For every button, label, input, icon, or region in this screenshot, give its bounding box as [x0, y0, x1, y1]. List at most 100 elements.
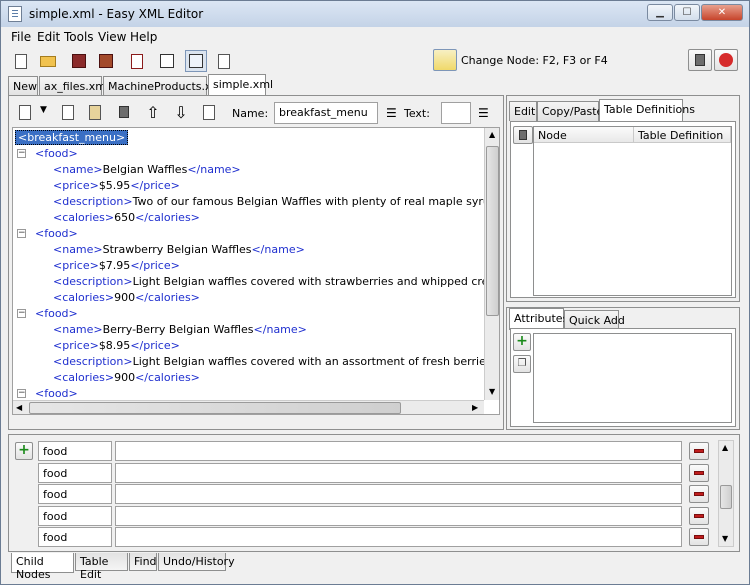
- collapse-icon[interactable]: −: [17, 229, 26, 238]
- xml-node-line[interactable]: <breakfast_menu>: [15, 130, 129, 146]
- text-view-icon[interactable]: [185, 50, 207, 72]
- remove-child-icon[interactable]: [689, 506, 709, 525]
- remove-child-icon[interactable]: [689, 485, 709, 503]
- tab-ax-files[interactable]: ax_files.xml: [39, 76, 109, 96]
- remove-child-icon[interactable]: [689, 528, 709, 546]
- insert-child-icon[interactable]: [198, 101, 220, 123]
- xml-node-line[interactable]: <description>Light Belgian waffles cover…: [53, 274, 499, 290]
- child-node-value[interactable]: [115, 441, 682, 461]
- chevron-down-icon[interactable]: ▼: [40, 105, 47, 115]
- xml-node-line[interactable]: <description>Two of our famous Belgian W…: [53, 194, 499, 210]
- tab-find[interactable]: Find: [129, 553, 157, 571]
- menu-help[interactable]: Help: [130, 30, 157, 44]
- tab-machine-products[interactable]: MachineProducts.xml: [103, 76, 225, 96]
- tab-simple[interactable]: simple.xml: [208, 74, 273, 96]
- export-icon[interactable]: [126, 50, 148, 72]
- xml-tree-view[interactable]: <breakfast_menu> − <food> <name>Belgian Waf…: [12, 127, 500, 415]
- scroll-left-icon[interactable]: ◀: [16, 403, 22, 412]
- xml-node-line[interactable]: <description>Light Belgian waffles cover…: [53, 354, 499, 370]
- xml-node-line[interactable]: − <food>: [17, 146, 78, 162]
- xml-node-line[interactable]: − <food>: [17, 306, 78, 322]
- collapse-icon[interactable]: −: [17, 389, 26, 398]
- tab-table-definitions[interactable]: Table Definitions: [599, 99, 695, 121]
- delete-definition-icon[interactable]: [513, 126, 533, 144]
- tab-edit[interactable]: Edit: [509, 101, 537, 121]
- list-view-icon[interactable]: [213, 50, 235, 72]
- child-node-name[interactable]: food: [38, 462, 112, 483]
- scroll-right-icon[interactable]: ▶: [472, 403, 478, 412]
- child-node-name[interactable]: food: [38, 527, 112, 547]
- add-attribute-icon[interactable]: +: [513, 333, 531, 351]
- align-icon[interactable]: ☰: [478, 106, 489, 120]
- menu-file[interactable]: File: [11, 30, 31, 44]
- tab-new[interactable]: New: [8, 76, 38, 96]
- scroll-down-icon[interactable]: ▼: [489, 387, 495, 396]
- tab-attributes[interactable]: Attributes: [509, 308, 568, 330]
- xml-node-line[interactable]: <price>$8.95</price>: [53, 338, 180, 354]
- scroll-thumb[interactable]: [486, 146, 499, 316]
- child-scroll-up-icon[interactable]: ▲: [722, 443, 728, 452]
- menu-tools[interactable]: Tools: [64, 30, 94, 44]
- xml-text: Belgian Waffles: [102, 163, 188, 176]
- xml-node-line[interactable]: <name>Strawberry Belgian Waffles</name>: [53, 242, 305, 258]
- header-table-definition[interactable]: Table Definition: [634, 127, 731, 143]
- maximize-button[interactable]: ☐: [674, 4, 700, 21]
- delete-node-icon[interactable]: [113, 101, 135, 123]
- tab-copy-paste[interactable]: Copy/Paste: [537, 101, 603, 121]
- collapse-icon[interactable]: −: [17, 309, 26, 318]
- xml-node-line[interactable]: <price>$7.95</price>: [53, 258, 180, 274]
- vertical-scrollbar[interactable]: ▲ ▼: [484, 128, 499, 400]
- open-folder-icon[interactable]: [37, 50, 59, 72]
- child-node-name[interactable]: food: [38, 505, 112, 526]
- trash-icon[interactable]: [688, 49, 712, 71]
- move-down-icon[interactable]: ⇩: [170, 101, 192, 123]
- remove-child-icon[interactable]: [689, 463, 709, 482]
- child-node-value[interactable]: [115, 527, 682, 547]
- child-node-name[interactable]: food: [38, 484, 112, 504]
- tab-child-nodes[interactable]: Child Nodes: [11, 553, 74, 581]
- xml-node-line[interactable]: <name>Belgian Waffles</name>: [53, 162, 241, 178]
- xml-node-line[interactable]: − <food>: [17, 226, 78, 242]
- collapse-icon[interactable]: −: [17, 149, 26, 158]
- hscroll-thumb[interactable]: [29, 402, 401, 414]
- xml-node-line[interactable]: <calories>650</calories>: [53, 210, 200, 226]
- text-input[interactable]: [441, 102, 471, 124]
- xml-node-line[interactable]: <name>Berry-Berry Belgian Waffles</name>: [53, 322, 307, 338]
- table-definitions-grid[interactable]: Node Table Definition: [533, 126, 732, 296]
- horizontal-scrollbar[interactable]: ◀ ▶: [13, 400, 484, 414]
- minimize-button[interactable]: ▁: [647, 4, 673, 21]
- paste-icon[interactable]: [84, 101, 106, 123]
- menu-edit[interactable]: Edit: [37, 30, 60, 44]
- save-icon[interactable]: [68, 50, 90, 72]
- header-node[interactable]: Node: [534, 127, 634, 143]
- xml-node-line[interactable]: <calories>900</calories>: [53, 290, 200, 306]
- copy-attribute-icon[interactable]: ❐: [513, 355, 531, 373]
- stop-icon[interactable]: [714, 49, 738, 71]
- remove-child-icon[interactable]: [689, 442, 709, 460]
- tab-table-edit[interactable]: Table Edit: [75, 553, 128, 581]
- save-all-icon[interactable]: [95, 50, 117, 72]
- tab-quick-add[interactable]: Quick Add: [564, 310, 625, 330]
- child-node-value[interactable]: [115, 484, 682, 504]
- child-node-value[interactable]: [115, 462, 682, 483]
- scroll-up-icon[interactable]: ▲: [489, 130, 495, 139]
- menu-view[interactable]: View: [98, 30, 126, 44]
- add-node-icon[interactable]: [14, 101, 36, 123]
- xml-node-line[interactable]: <price>$5.95</price>: [53, 178, 180, 194]
- child-node-name[interactable]: food: [38, 441, 112, 461]
- attributes-grid[interactable]: [533, 333, 732, 423]
- new-file-icon[interactable]: [10, 50, 32, 72]
- child-node-value[interactable]: [115, 505, 682, 526]
- xml-node-line[interactable]: <calories>900</calories>: [53, 370, 200, 386]
- child-scrollbar[interactable]: ▲ ▼: [718, 440, 734, 547]
- name-input[interactable]: breakfast_menu: [274, 102, 378, 124]
- child-scroll-thumb[interactable]: [720, 485, 732, 509]
- move-up-icon[interactable]: ⇧: [142, 101, 164, 123]
- lightbulb-icon[interactable]: [433, 49, 457, 71]
- close-button[interactable]: ✕: [701, 4, 743, 21]
- tab-undo-history[interactable]: Undo/History: [158, 553, 235, 571]
- add-child-icon[interactable]: +: [15, 442, 33, 460]
- tree-view-icon[interactable]: [156, 50, 178, 72]
- child-scroll-down-icon[interactable]: ▼: [722, 534, 728, 543]
- copy-icon[interactable]: [57, 101, 79, 123]
